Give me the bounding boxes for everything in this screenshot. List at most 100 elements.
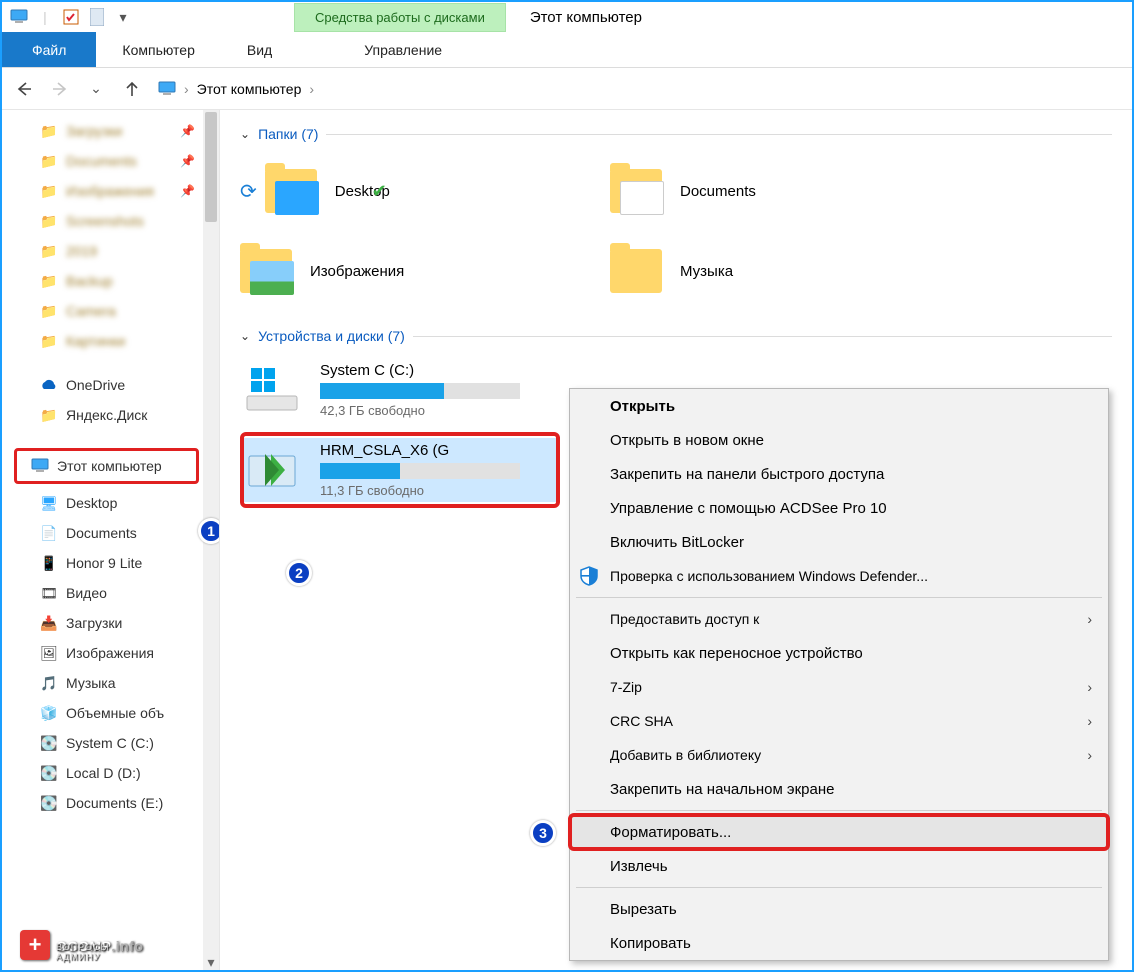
group-header-drives[interactable]: ⌄ Устройства и диски (7) (240, 328, 1112, 344)
nav-up-button[interactable] (118, 75, 146, 103)
nav-forward-button (46, 75, 74, 103)
scrollbar-thumb[interactable] (205, 112, 217, 222)
pin-icon: 📌 (180, 124, 195, 138)
pin-icon: 📌 (180, 184, 195, 198)
drive-free-space: 42,3 ГБ свободно (320, 403, 520, 418)
pictures-icon: 🖼 (40, 644, 58, 662)
sidebar-item-blurred[interactable]: 📁2019 (10, 236, 219, 266)
folder-tile-desktop[interactable]: ⟳ Desktop ✔ (240, 156, 540, 226)
watermark: + OCOMP.info ВОПРОСЫ АДМИНУ (20, 930, 143, 960)
drive-name: HRM_CSLA_X6 (G (320, 442, 520, 459)
sidebar-item-blurred[interactable]: 📁Картинки (10, 326, 219, 356)
breadcrumb-this-pc[interactable]: Этот компьютер (197, 81, 302, 97)
annotation-badge-1: 1 (198, 518, 220, 544)
tab-view[interactable]: Вид (221, 32, 298, 67)
sidebar-item-desktop[interactable]: 🖥Desktop (10, 488, 219, 518)
window-title: Этот компьютер (530, 9, 642, 26)
submenu-arrow-icon: › (1087, 679, 1092, 695)
collapse-chevron-icon[interactable]: ⌄ (240, 329, 250, 343)
drive-usage-bar (320, 383, 520, 399)
this-pc-icon (8, 6, 30, 28)
folder-icon (610, 165, 668, 217)
sidebar-item-drive-d[interactable]: 💽Local D (D:) (10, 758, 219, 788)
qat-dropdown-icon[interactable]: ▾ (112, 6, 134, 28)
folder-tile-music[interactable]: ♪ Музыка (610, 236, 910, 306)
drive-usage-bar (320, 463, 520, 479)
folder-tile-documents[interactable]: Documents (610, 156, 910, 226)
sidebar-item-yandex-disk[interactable]: 📁Яндекс.Диск (10, 400, 219, 430)
ctx-copy[interactable]: Копировать (570, 926, 1108, 960)
sidebar-item-blurred[interactable]: 📁Screenshots (10, 206, 219, 236)
sidebar-item-blurred[interactable]: 📁Documents📌 (10, 146, 219, 176)
3d-icon: 🧊 (40, 704, 58, 722)
ctx-open-new-window[interactable]: Открыть в новом окне (570, 423, 1108, 457)
sidebar-item-downloads[interactable]: 📥Загрузки (10, 608, 219, 638)
title-bar: | ▾ Средства работы с дисками Этот компь… (2, 2, 1132, 32)
context-menu: Открыть Открыть в новом окне Закрепить н… (569, 388, 1109, 961)
ctx-7zip[interactable]: 7-Zip› (570, 670, 1108, 704)
sidebar-item-phone[interactable]: 📱Honor 9 Lite (10, 548, 219, 578)
sidebar-item-blurred[interactable]: 📁Backup (10, 266, 219, 296)
group-header-folders[interactable]: ⌄ Папки (7) (240, 126, 1112, 142)
ctx-crcsha[interactable]: CRC SHA› (570, 704, 1108, 738)
ctx-pin-quick-access[interactable]: Закрепить на панели быстрого доступа (570, 457, 1108, 491)
ctx-separator (576, 887, 1102, 888)
sidebar-item-this-pc[interactable]: Этот компьютер (14, 448, 199, 484)
scroll-down-icon[interactable]: ▾ (203, 954, 219, 970)
navigation-pane: 📁Загрузки📌 📁Documents📌 📁Изображения📌 📁Sc… (2, 110, 220, 970)
sidebar-item-videos[interactable]: 🎞Видео (10, 578, 219, 608)
explorer-window: | ▾ Средства работы с дисками Этот компь… (0, 0, 1134, 972)
doc-icon[interactable] (86, 6, 108, 28)
drive-free-space: 11,3 ГБ свободно (320, 483, 520, 498)
ctx-cut[interactable]: Вырезать (570, 892, 1108, 926)
sidebar-item-blurred[interactable]: 📁Изображения📌 (10, 176, 219, 206)
sidebar-item-drive-c[interactable]: 💽System C (C:) (10, 728, 219, 758)
ctx-share[interactable]: Предоставить доступ к› (570, 602, 1108, 636)
ctx-bitlocker[interactable]: Включить BitLocker (570, 525, 1108, 559)
downloads-icon: 📥 (40, 614, 58, 632)
properties-icon[interactable] (60, 6, 82, 28)
tab-file[interactable]: Файл (2, 32, 96, 67)
shield-icon (578, 565, 600, 587)
phone-icon: 📱 (40, 554, 58, 572)
ctx-eject[interactable]: Извлечь (570, 849, 1108, 883)
sidebar-item-pictures[interactable]: 🖼Изображения (10, 638, 219, 668)
sidebar-item-music[interactable]: 🎵Музыка (10, 668, 219, 698)
address-bar[interactable]: › Этот компьютер › (158, 80, 314, 98)
breadcrumb-separator-icon[interactable]: › (309, 81, 314, 97)
sidebar-item-blurred[interactable]: 📁Camera (10, 296, 219, 326)
folder-icon: 📁 (40, 406, 58, 424)
drive-item-usb-g[interactable]: HRM_CSLA_X6 (G 11,3 ГБ свободно (240, 438, 560, 502)
quick-access-toolbar: | ▾ (2, 6, 134, 28)
desktop-icon: 🖥 (40, 494, 58, 512)
sidebar-item-drive-e[interactable]: 💽Documents (E:) (10, 788, 219, 818)
ctx-portable[interactable]: Открыть как переносное устройство (570, 636, 1108, 670)
sidebar-item-3d[interactable]: 🧊Объемные объ (10, 698, 219, 728)
ribbon-tabs: Файл Компьютер Вид Управление (2, 32, 1132, 68)
ctx-defender[interactable]: Проверка с использованием Windows Defend… (570, 559, 1108, 593)
ctx-pin-start[interactable]: Закрепить на начальном экране (570, 772, 1108, 806)
drive-icon: 💽 (40, 734, 58, 752)
ctx-format[interactable]: Форматировать... (570, 815, 1108, 849)
watermark-icon: + (20, 930, 50, 960)
breadcrumb-separator-icon[interactable]: › (184, 81, 189, 97)
folder-tile-pictures[interactable]: Изображения (240, 236, 540, 306)
ctx-separator (576, 810, 1102, 811)
nav-back-button[interactable] (10, 75, 38, 103)
ctx-acdsee[interactable]: Управление с помощью ACDSee Pro 10 (570, 491, 1108, 525)
ctx-add-library[interactable]: Добавить в библиотеку› (570, 738, 1108, 772)
ctx-open[interactable]: Открыть (570, 389, 1108, 423)
sidebar-item-onedrive[interactable]: OneDrive (10, 370, 219, 400)
address-pc-icon (158, 80, 176, 98)
annotation-badge-2: 2 (286, 560, 312, 586)
contextual-tab-drive-tools[interactable]: Средства работы с дисками (294, 3, 506, 32)
this-pc-icon (31, 457, 49, 475)
nav-recent-dropdown-icon[interactable]: ⌄ (82, 75, 110, 103)
drive-name: System C (C:) (320, 362, 520, 379)
collapse-chevron-icon[interactable]: ⌄ (240, 127, 250, 141)
sidebar-item-documents[interactable]: 📄Documents (10, 518, 219, 548)
tab-computer[interactable]: Компьютер (96, 32, 220, 67)
ctx-separator (576, 597, 1102, 598)
sidebar-item-blurred[interactable]: 📁Загрузки📌 (10, 116, 219, 146)
tab-manage[interactable]: Управление (338, 32, 468, 67)
